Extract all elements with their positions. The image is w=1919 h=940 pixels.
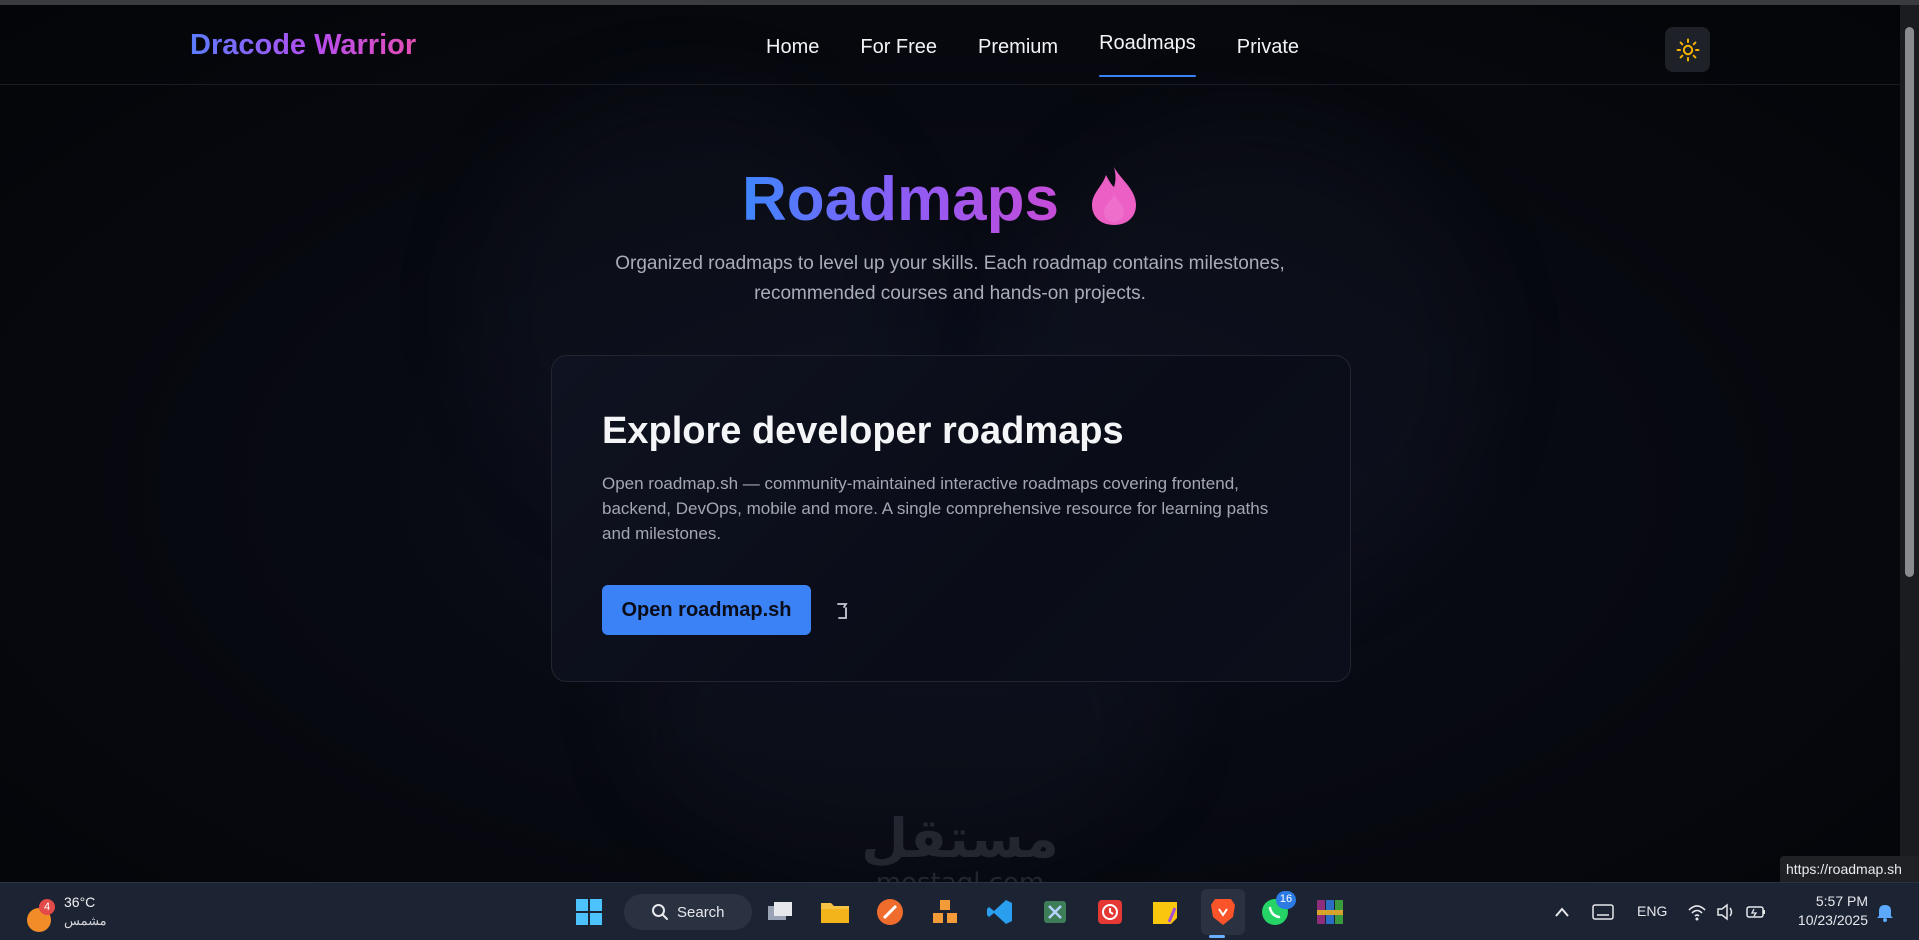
nav-premium[interactable]: Premium	[978, 33, 1058, 73]
brave-browser-button[interactable]	[1201, 889, 1245, 935]
site-header: Dracode Warrior Home For Free Premium Ro…	[0, 5, 1900, 85]
page-title: Roadmaps	[742, 160, 1059, 240]
sticky-note-icon	[1153, 902, 1177, 924]
alarm-clock-icon	[1098, 900, 1122, 924]
chevron-up-icon[interactable]	[1554, 906, 1570, 918]
windows-taskbar: 4 36°C مشمس Search 16 ENG 5:57 PM 10/23/…	[0, 882, 1919, 940]
brand-logo[interactable]: Dracode Warrior	[190, 29, 416, 62]
active-app-indicator	[1209, 935, 1225, 938]
postman-icon	[877, 899, 903, 925]
winrar-button[interactable]	[1313, 895, 1347, 929]
watermark-latin: mostaql.com	[876, 868, 1044, 882]
battery-icon[interactable]	[1745, 903, 1767, 921]
language-indicator[interactable]: ENG	[1637, 903, 1667, 919]
nav-home[interactable]: Home	[766, 33, 819, 73]
app-blocks-button[interactable]	[928, 895, 962, 929]
postman-button[interactable]	[873, 895, 907, 929]
weather-condition: مشمس	[64, 913, 107, 928]
scrollbar-thumb[interactable]	[1905, 27, 1914, 577]
vscode-button[interactable]	[983, 895, 1017, 929]
keyboard-icon[interactable]	[1592, 904, 1614, 920]
task-view-button[interactable]	[763, 895, 797, 929]
wifi-icon[interactable]	[1687, 903, 1707, 921]
subtitle-line: recommended courses and hands-on project…	[754, 283, 1146, 304]
search-label: Search	[677, 903, 725, 921]
nav-roadmaps[interactable]: Roadmaps	[1099, 29, 1196, 77]
nav-private[interactable]: Private	[1237, 33, 1299, 73]
blocks-icon	[933, 900, 957, 923]
sun-icon	[1676, 38, 1699, 61]
link-status-bar: https://roadmap.sh	[1780, 856, 1919, 882]
open-roadmap-button[interactable]: Open roadmap.sh	[602, 585, 811, 635]
page-viewport: Dracode Warrior Home For Free Premium Ro…	[0, 5, 1900, 882]
watermark-arabic: مستقل	[861, 807, 1059, 870]
archive-books-icon	[1317, 900, 1343, 924]
theme-toggle-button[interactable]	[1665, 27, 1710, 72]
volume-icon[interactable]	[1716, 903, 1736, 921]
card-description: Open roadmap.sh — community-maintained i…	[602, 474, 1269, 543]
clock-time: 5:57 PM	[1815, 893, 1868, 909]
vscode-icon	[987, 900, 1012, 924]
sticky-notes-button[interactable]	[1148, 895, 1182, 929]
subtitle-line: Organized roadmaps to level up your skil…	[615, 253, 1285, 274]
windows-icon	[576, 899, 602, 925]
folder-icon	[821, 903, 849, 923]
flame-icon	[1092, 167, 1136, 225]
weather-badge: 4	[39, 899, 55, 915]
file-explorer-button[interactable]	[818, 895, 852, 929]
weather-temperature: 36°C	[64, 894, 96, 910]
clock-date: 10/23/2025	[1797, 912, 1868, 928]
taskbar-search[interactable]: Search	[624, 894, 752, 930]
start-button[interactable]	[572, 895, 606, 929]
card-heading: Explore developer roadmaps	[602, 410, 1124, 452]
task-view-icon	[768, 902, 792, 920]
roadmap-card: Explore developer roadmaps Open roadmap.…	[551, 355, 1351, 682]
brave-lion-icon	[1211, 899, 1235, 925]
nav-for-free[interactable]: For Free	[860, 33, 937, 73]
external-link-icon[interactable]	[834, 602, 852, 620]
clock-app-button[interactable]	[1093, 895, 1127, 929]
main-nav: Home For Free Premium Roadmaps Private	[766, 32, 1340, 77]
page-subtitle: Organized roadmaps to level up your skil…	[550, 249, 1350, 309]
page-scrollbar[interactable]	[1900, 5, 1919, 882]
tools-icon	[1044, 901, 1066, 923]
mostaql-watermark: مستقل mostaql.com	[861, 807, 1059, 882]
whatsapp-badge: 16	[1276, 891, 1296, 909]
multitool-button[interactable]	[1038, 895, 1072, 929]
notification-bell-icon[interactable]	[1876, 902, 1894, 922]
system-clock[interactable]: 5:57 PM 10/23/2025	[1768, 892, 1868, 930]
search-icon	[652, 904, 668, 920]
